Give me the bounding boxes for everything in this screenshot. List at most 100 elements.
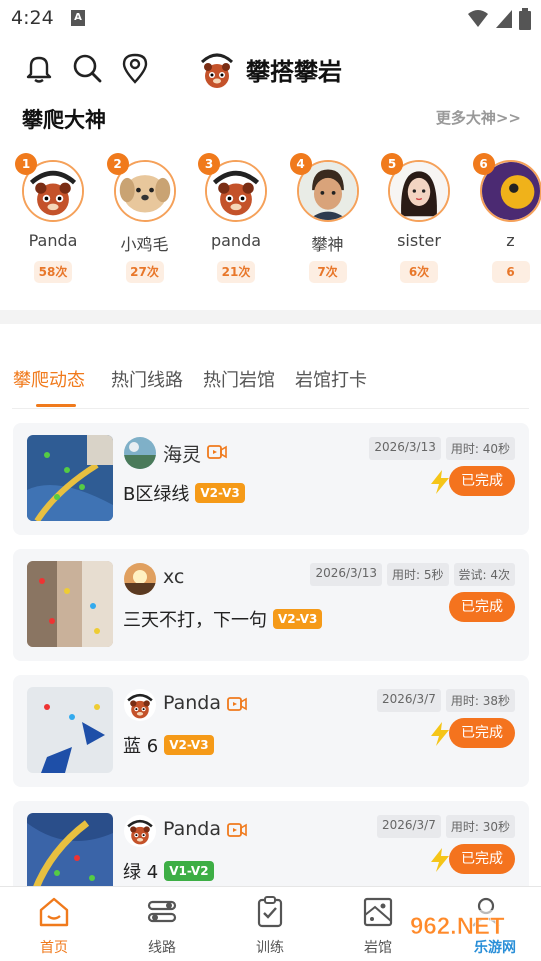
feed-card[interactable]: 海灵 B区绿线 V2-V3 2026/3/13 用时: 40秒已完成 (13, 423, 529, 535)
route-photo[interactable] (27, 435, 113, 521)
status-right-icons (467, 8, 531, 30)
username[interactable]: xc (163, 566, 184, 588)
rank-badge: 3 (198, 153, 220, 175)
route-name-text: B区绿线 (123, 484, 190, 505)
tabs-divider (12, 408, 529, 409)
champion-item[interactable]: 6 z 6 (465, 150, 541, 290)
video-icon[interactable] (226, 823, 247, 837)
nav-home[interactable]: 首页 (14, 895, 94, 957)
completed-button[interactable]: 已完成 (449, 466, 515, 496)
notification-a-icon: A (71, 10, 85, 26)
video-icon[interactable] (226, 697, 247, 711)
username[interactable]: Panda (163, 818, 221, 840)
date-tag: 2026/3/13 (310, 563, 382, 586)
feed-card[interactable]: Panda 蓝 6 V2-V3 2026/3/7 用时: 38秒已完成 (13, 675, 529, 787)
tab-gym-checkin[interactable]: 岩馆打卡 (295, 366, 367, 392)
status-bar: 4:24 A (0, 0, 541, 38)
champion-name: 攀神 (311, 235, 344, 254)
avatar[interactable] (124, 689, 156, 721)
completed-button[interactable]: 已完成 (449, 844, 515, 874)
username[interactable]: 海灵 (163, 440, 201, 467)
site-watermark: 962.NET 乐游网 (404, 910, 536, 956)
grade-badge: V2-V3 (195, 483, 245, 503)
bell-icon[interactable] (23, 52, 55, 84)
champion-name: panda (210, 231, 262, 250)
location-pin-icon[interactable] (119, 52, 151, 84)
clipboard-check-icon (257, 896, 283, 928)
tab-hot-routes[interactable]: 热门线路 (111, 366, 183, 392)
climb-count-badge: 7次 (308, 261, 347, 283)
champion-name: 小鸡毛 (120, 235, 169, 254)
grade-badge: V2-V3 (273, 609, 323, 629)
rank-badge: 6 (472, 153, 495, 175)
champion-item[interactable]: 5 sister 6次 (373, 150, 465, 290)
date-tag: 2026/3/13 (369, 437, 441, 460)
nav-routes[interactable]: 线路 (122, 895, 202, 957)
climb-count-badge: 27次 (125, 261, 164, 283)
section-divider (0, 310, 541, 324)
lightning-icon (431, 722, 449, 746)
route-name: B区绿线 V2-V3 (123, 480, 245, 506)
route-name: 蓝 6 V2-V3 (123, 732, 214, 758)
avatar[interactable] (124, 563, 156, 595)
nav-training[interactable]: 训练 (230, 895, 310, 957)
wifi-icon (468, 10, 488, 27)
champion-name: Panda (28, 231, 78, 250)
completed-button[interactable]: 已完成 (449, 592, 515, 622)
username[interactable]: Panda (163, 692, 221, 714)
tab-hot-gyms[interactable]: 热门岩馆 (203, 366, 275, 392)
watermark-subtext: 乐游网 (474, 939, 516, 956)
rank-badge: 1 (15, 153, 37, 175)
champion-item[interactable]: 2 小鸡毛 27次 (99, 150, 191, 290)
champions-list: 1 Panda 58次 2 小鸡毛 27次 3 panda 21次 4 攀神 7次 5 sister 6次 6… (0, 150, 541, 300)
time-used-tag: 用时: 40秒 (445, 437, 515, 460)
grade-badge: V2-V3 (164, 735, 214, 755)
signal-icon (496, 10, 512, 28)
time-used-tag: 用时: 5秒 (387, 563, 449, 586)
status-time: 4:24 (11, 7, 54, 29)
feed-card[interactable]: xc 三天不打，下一句 V2-V3 2026/3/13 用时: 5秒 尝试: 4次已完成 (13, 549, 529, 661)
more-champions-link[interactable]: 更多大神>> (436, 107, 521, 128)
nav-training-label: 训练 (256, 940, 284, 956)
climb-count-badge: 21次 (217, 261, 255, 283)
time-used-tag: 用时: 38秒 (445, 689, 515, 712)
rank-badge: 4 (289, 153, 312, 175)
gym-map-icon (363, 897, 393, 927)
route-name-text: 蓝 6 (123, 736, 159, 757)
active-tab-indicator (36, 404, 76, 407)
rank-badge: 2 (106, 153, 129, 175)
route-name-text: 绿 4 (123, 862, 159, 883)
champion-item[interactable]: 1 Panda 58次 (7, 150, 99, 290)
climb-count-badge: 6 (491, 261, 530, 283)
nav-routes-label: 线路 (148, 940, 176, 956)
home-icon (39, 897, 69, 927)
route-name: 三天不打，下一句 V2-V3 (123, 606, 323, 632)
champion-item[interactable]: 3 panda 21次 (190, 150, 282, 290)
route-photo[interactable] (27, 687, 113, 773)
search-icon[interactable] (71, 52, 103, 84)
tab-climbing-feed[interactable]: 攀爬动态 (13, 366, 85, 392)
lightning-icon (431, 470, 449, 494)
champion-item[interactable]: 4 攀神 7次 (282, 150, 374, 290)
video-icon[interactable] (207, 445, 227, 459)
nav-home-label: 首页 (40, 940, 68, 956)
battery-icon (519, 8, 531, 30)
rank-badge: 5 (381, 153, 403, 175)
champions-title: 攀爬大神 (22, 108, 106, 132)
card-meta: 2026/3/7 用时: 38秒 (376, 689, 515, 712)
card-meta: 2026/3/13 用时: 5秒 尝试: 4次 (310, 563, 515, 586)
avatar[interactable] (124, 437, 156, 469)
card-meta: 2026/3/7 用时: 30秒 (376, 815, 515, 838)
climb-count-badge: 6次 (400, 261, 438, 283)
avatar[interactable] (124, 815, 156, 847)
app-title: 攀搭攀岩 (246, 57, 342, 86)
date-tag: 2026/3/7 (376, 815, 441, 838)
time-used-tag: 用时: 30秒 (445, 815, 515, 838)
completed-button[interactable]: 已完成 (449, 718, 515, 748)
watermark-text: 962.NET (410, 913, 505, 940)
champion-name: sister (397, 231, 441, 250)
route-icon (147, 900, 177, 923)
grade-badge: V1-V2 (164, 861, 214, 881)
route-photo[interactable] (27, 561, 113, 647)
champion-name: z (506, 231, 515, 250)
